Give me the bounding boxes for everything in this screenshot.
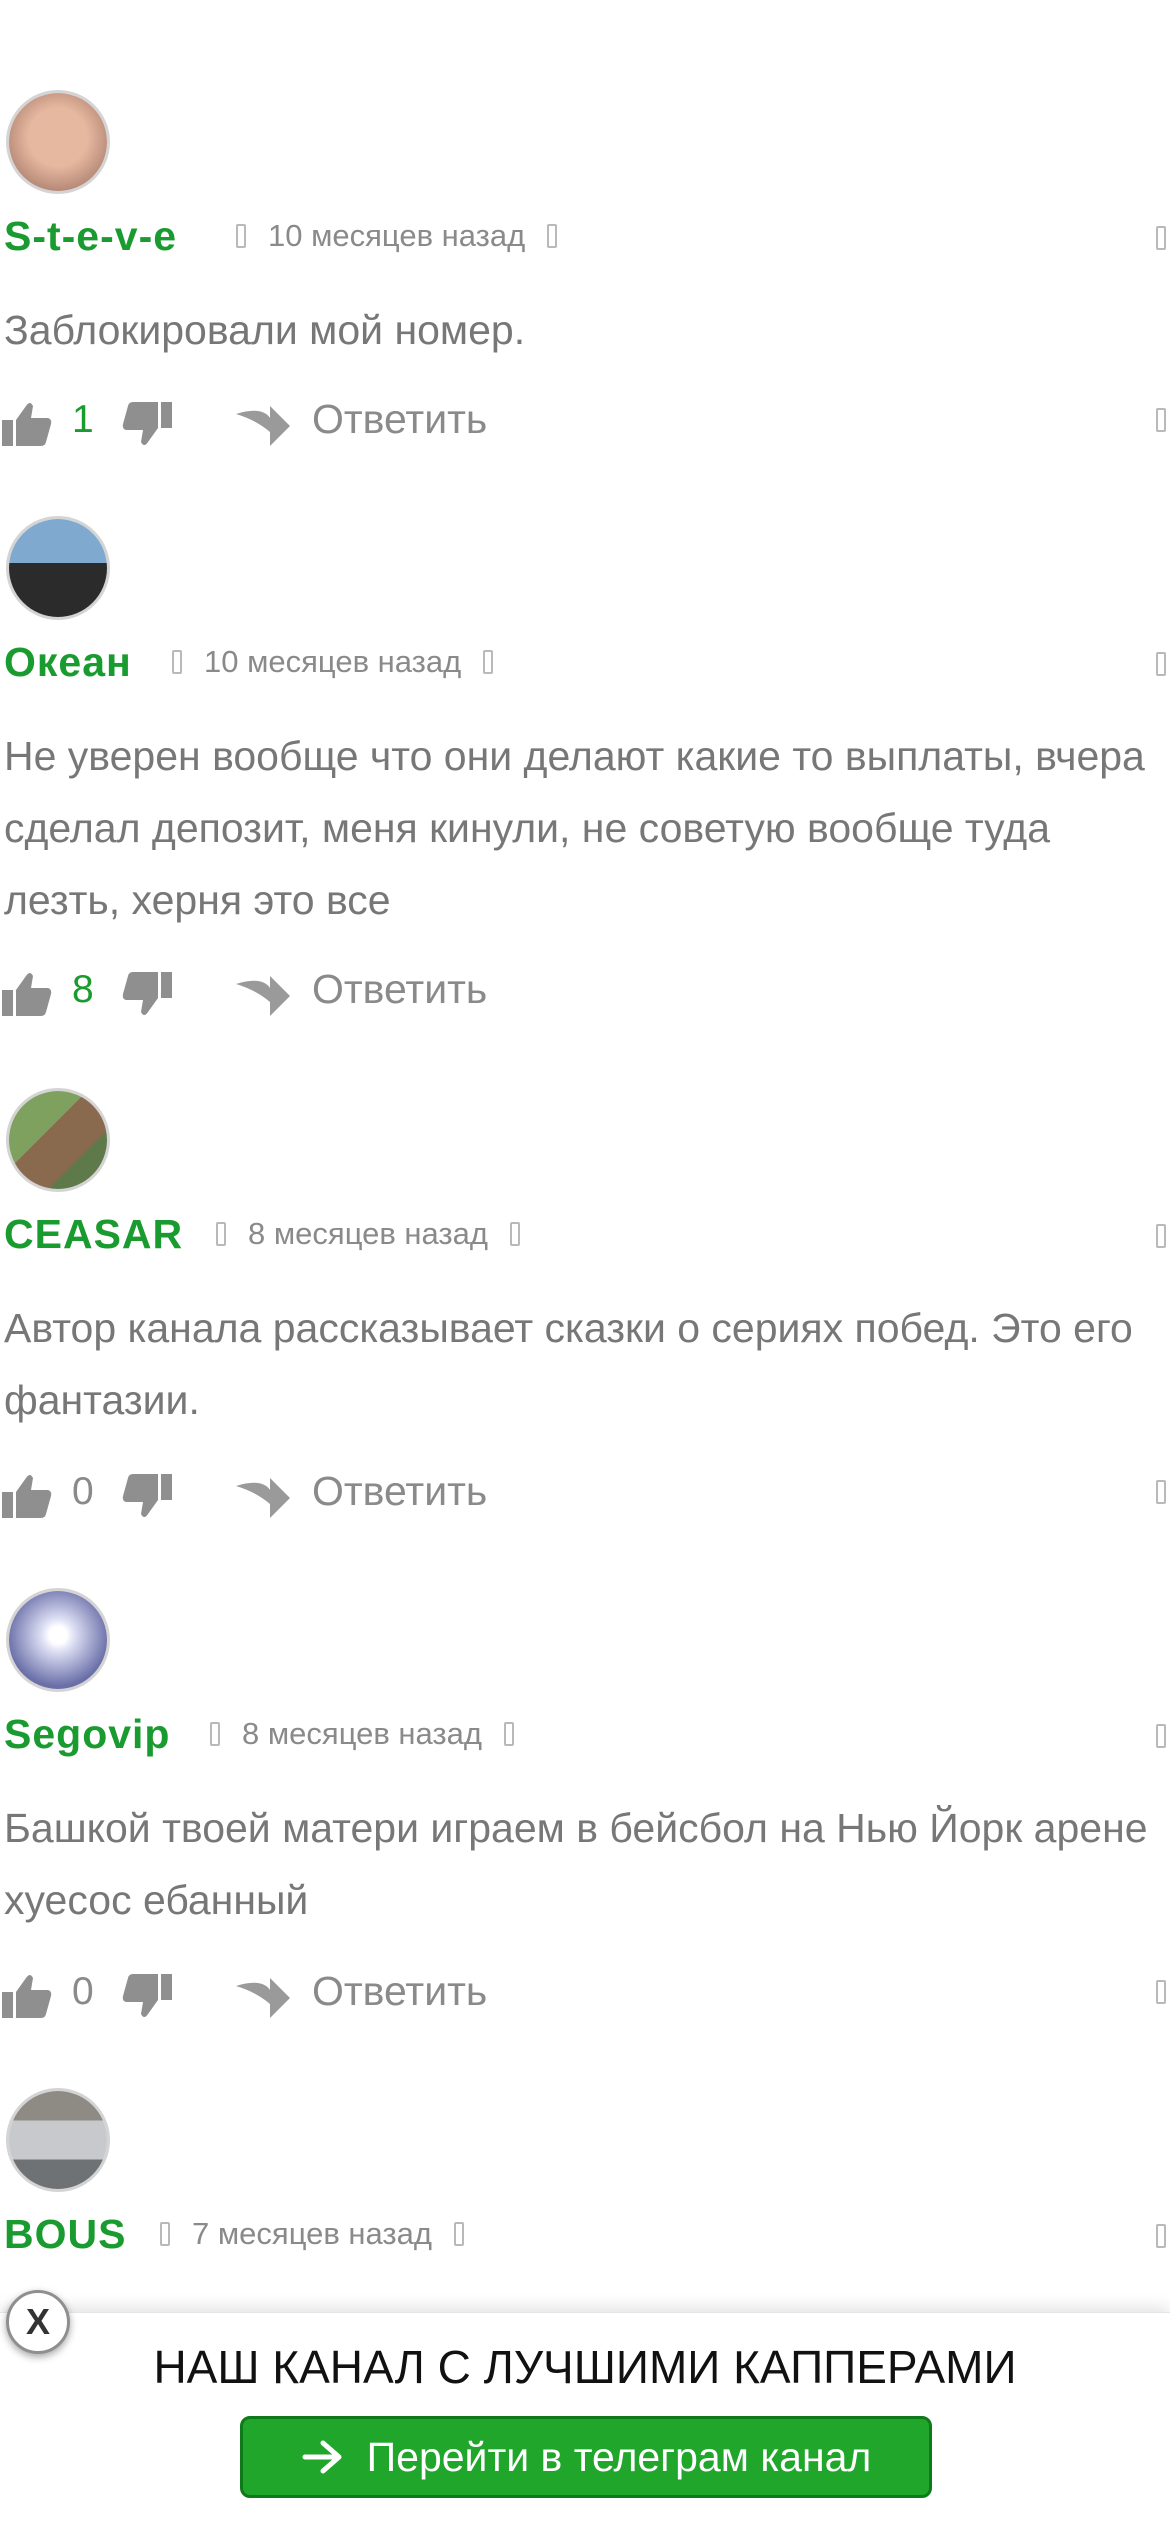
comment-date[interactable]: 7 месяцев назад — [192, 2216, 432, 2252]
more-icon[interactable] — [1156, 1480, 1166, 1504]
more-icon[interactable] — [1156, 652, 1166, 676]
comment-author[interactable]: Segovip — [4, 1711, 170, 1758]
clock-icon — [236, 224, 246, 248]
clock-icon — [210, 1722, 220, 1746]
reply-icon[interactable] — [236, 970, 290, 1016]
avatar[interactable] — [6, 2088, 110, 2192]
link-icon[interactable] — [509, 1222, 520, 1246]
reply-icon[interactable] — [236, 400, 290, 446]
link-icon[interactable] — [547, 224, 558, 248]
like-count: 0 — [72, 1470, 94, 1513]
more-icon[interactable] — [1156, 1724, 1166, 1748]
telegram-channel-button[interactable]: Перейти в телеграм канал — [240, 2416, 932, 2498]
avatar[interactable] — [6, 516, 110, 620]
arrow-right-icon — [302, 2440, 342, 2474]
link-icon[interactable] — [483, 650, 494, 674]
link-icon[interactable] — [503, 1722, 514, 1746]
like-count: 8 — [72, 968, 94, 1011]
clock-icon — [172, 650, 182, 674]
reply-icon[interactable] — [236, 1472, 290, 1518]
comments-page: S-t-e-v-e 10 месяцев назад Заблокировали… — [0, 0, 1170, 2532]
comment-text: Автор канала рассказывает сказки о серия… — [4, 1305, 1133, 1423]
thumb-down-icon[interactable] — [122, 402, 172, 448]
comment-author[interactable]: S-t-e-v-e — [4, 213, 177, 260]
telegram-channel-button-label: Перейти в телеграм канал — [366, 2433, 872, 2480]
comment-date[interactable]: 8 месяцев назад — [242, 1716, 482, 1752]
thumb-up-icon[interactable] — [2, 1472, 52, 1518]
reply-button[interactable]: Ответить — [312, 1968, 487, 2015]
reply-icon[interactable] — [236, 1972, 290, 2018]
comment-date[interactable]: 8 месяцев назад — [248, 1216, 488, 1252]
more-icon[interactable] — [1156, 1980, 1166, 2004]
comment-author[interactable]: BOUS — [4, 2211, 126, 2258]
comment-author[interactable]: Океан — [4, 639, 132, 686]
avatar[interactable] — [6, 1588, 110, 1692]
comment-text: Башкой твоей матери играем в бейсбол на … — [4, 1805, 1148, 1923]
link-icon[interactable] — [453, 2222, 464, 2246]
thumb-up-icon[interactable] — [2, 400, 52, 446]
like-count: 1 — [72, 398, 94, 441]
reply-button[interactable]: Ответить — [312, 966, 487, 1013]
reply-button[interactable]: Ответить — [312, 396, 487, 443]
comment-author[interactable]: CEASAR — [4, 1211, 183, 1258]
thumb-down-icon[interactable] — [122, 972, 172, 1018]
more-icon[interactable] — [1156, 2224, 1166, 2248]
comment-text: Заблокировали мой номер. — [4, 307, 526, 353]
avatar[interactable] — [6, 90, 110, 194]
reply-button[interactable]: Ответить — [312, 1468, 487, 1515]
avatar[interactable] — [6, 1088, 110, 1192]
thumb-up-icon[interactable] — [2, 1972, 52, 2018]
comment-date[interactable]: 10 месяцев назад — [268, 218, 525, 254]
more-icon[interactable] — [1156, 408, 1166, 432]
clock-icon — [216, 1222, 226, 1246]
more-icon[interactable] — [1156, 1224, 1166, 1248]
comment-text: Не уверен вообще что они делают какие то… — [4, 733, 1145, 923]
thumb-down-icon[interactable] — [122, 1474, 172, 1520]
like-count: 0 — [72, 1970, 94, 2013]
banner-title: НАШ КАНАЛ С ЛУЧШИМИ КАППЕРАМИ — [153, 2341, 1017, 2393]
clock-icon — [160, 2222, 170, 2246]
more-icon[interactable] — [1156, 226, 1166, 250]
comment-date[interactable]: 10 месяцев назад — [204, 644, 461, 680]
thumb-down-icon[interactable] — [122, 1974, 172, 2020]
thumb-up-icon[interactable] — [2, 970, 52, 1016]
